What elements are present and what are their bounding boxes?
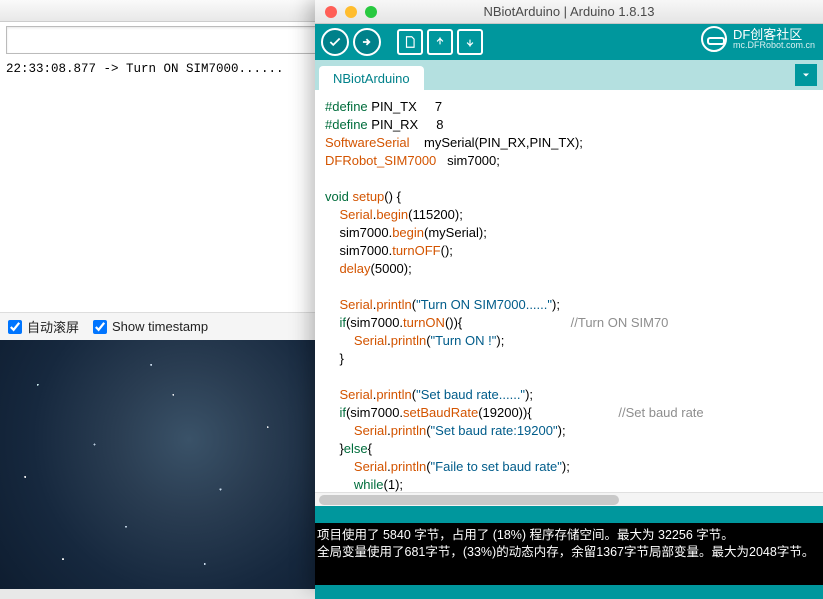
arduino-ide-window: NBiotArduino | Arduino 1.8.13 DF创客社区mc.D… (315, 0, 823, 589)
save-button[interactable] (457, 29, 483, 55)
mac-titlebar: NBiotArduino | Arduino 1.8.13 (315, 0, 823, 24)
autoscroll-label: 自动滚屏 (27, 317, 79, 336)
brand-url: mc.DFRobot.com.cn (733, 41, 815, 50)
status-bar (315, 506, 823, 523)
timestamp-checkbox[interactable]: Show timestamp (93, 319, 208, 334)
upload-button[interactable] (353, 28, 381, 56)
tab-bar: NBiotArduino (315, 60, 823, 90)
verify-button[interactable] (321, 28, 349, 56)
brand-badge: DF创客社区mc.DFRobot.com.cn (701, 26, 815, 52)
open-button[interactable] (427, 29, 453, 55)
desktop-wallpaper (0, 340, 315, 589)
window-title: NBiotArduino | Arduino 1.8.13 (315, 4, 823, 19)
arduino-toolbar: DF创客社区mc.DFRobot.com.cn (315, 24, 823, 60)
editor-horizontal-scrollbar[interactable] (315, 492, 823, 506)
console-line: 项目使用了 5840 字节，占用了 (18%) 程序存储空间。最大为 32256… (317, 527, 821, 544)
tab-menu-button[interactable] (795, 64, 817, 86)
footer-bar (315, 585, 823, 599)
tab-sketch[interactable]: NBiotArduino (319, 66, 424, 90)
autoscroll-checkbox[interactable]: 自动滚屏 (8, 317, 79, 336)
dfrobot-logo-icon (701, 26, 727, 52)
code-editor[interactable]: #define PIN_TX 7 #define PIN_RX 8 Softwa… (315, 90, 823, 492)
build-console: 项目使用了 5840 字节，占用了 (18%) 程序存储空间。最大为 32256… (315, 523, 823, 585)
console-line: 全局变量使用了681字节，(33%)的动态内存，余留1367字节局部变量。最大为… (317, 544, 821, 561)
new-button[interactable] (397, 29, 423, 55)
timestamp-label: Show timestamp (112, 319, 208, 334)
